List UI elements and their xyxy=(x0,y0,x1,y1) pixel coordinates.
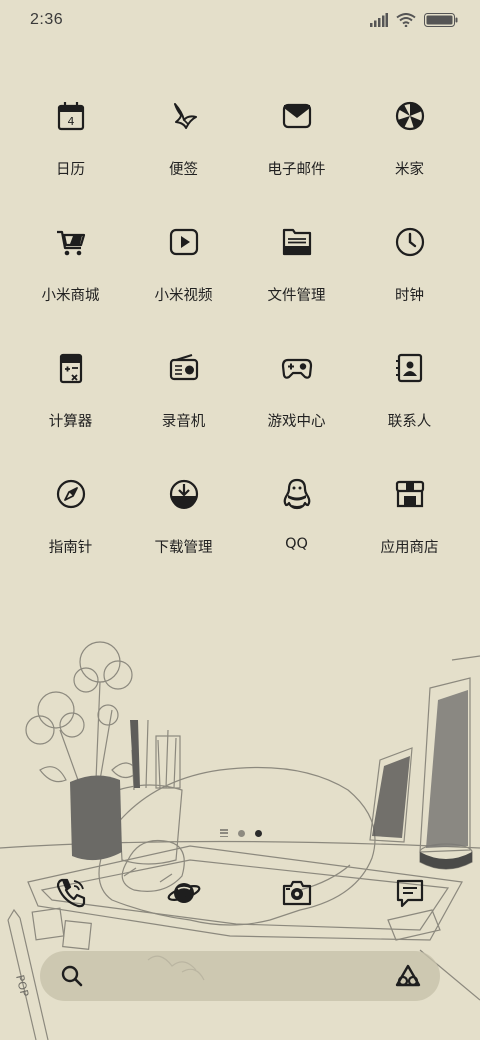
app-clock[interactable]: 时钟 xyxy=(353,222,466,348)
app-email[interactable]: 电子邮件 xyxy=(240,96,353,222)
calendar-icon: 4 xyxy=(51,96,91,136)
browser-planet-icon xyxy=(167,883,200,903)
app-label: QQ xyxy=(285,536,308,552)
video-play-icon xyxy=(164,222,204,262)
status-bar: 2:36 xyxy=(0,0,480,40)
camera-icon xyxy=(282,880,311,906)
app-app-store[interactable]: 应用商店 xyxy=(353,474,466,600)
app-mijia[interactable]: 米家 xyxy=(353,96,466,222)
app-notes[interactable]: 便签 xyxy=(127,96,240,222)
page-dot xyxy=(238,829,245,837)
compass-icon xyxy=(51,474,91,514)
calendar-day-number: 4 xyxy=(67,115,74,128)
dock-browser[interactable] xyxy=(127,870,240,916)
app-label: 小米商城 xyxy=(41,288,100,304)
app-label: 小米视频 xyxy=(154,288,213,304)
app-label: 电子邮件 xyxy=(267,162,326,178)
status-time: 2:36 xyxy=(30,11,64,28)
dock xyxy=(14,870,466,916)
download-icon xyxy=(164,474,204,514)
contacts-icon xyxy=(390,348,430,388)
dock-messages[interactable] xyxy=(353,870,466,916)
signal-icon xyxy=(370,13,388,27)
mail-icon xyxy=(277,96,317,136)
phone-icon xyxy=(56,878,85,908)
app-label: 录音机 xyxy=(161,414,206,430)
app-game-center[interactable]: 游戏中心 xyxy=(240,348,353,474)
assistant-icon[interactable] xyxy=(394,963,422,989)
app-library-indicator-icon xyxy=(220,829,228,837)
app-calculator[interactable]: 计算器 xyxy=(14,348,127,474)
search-bar[interactable] xyxy=(40,951,440,1001)
app-contacts[interactable]: 联系人 xyxy=(353,348,466,474)
clock-icon xyxy=(390,222,430,262)
app-recorder[interactable]: 录音机 xyxy=(127,348,240,474)
app-calendar[interactable]: 4 日历 xyxy=(14,96,127,222)
page-dot-active xyxy=(255,829,262,837)
pencil-text: POP xyxy=(13,974,31,999)
messages-icon xyxy=(396,879,423,908)
app-label: 联系人 xyxy=(387,414,432,430)
app-label: 下载管理 xyxy=(154,540,213,556)
calculator-icon xyxy=(51,348,91,388)
radio-recorder-icon xyxy=(164,348,204,388)
app-xiaomi-video[interactable]: 小米视频 xyxy=(127,222,240,348)
page-indicator[interactable] xyxy=(220,829,262,837)
app-label: 便签 xyxy=(169,162,198,178)
app-label: 应用商店 xyxy=(380,540,439,556)
dock-camera[interactable] xyxy=(240,870,353,916)
app-label: 指南针 xyxy=(48,540,93,556)
app-xiaomi-store[interactable]: 小米商城 xyxy=(14,222,127,348)
app-label: 日历 xyxy=(56,162,85,178)
app-file-manager[interactable]: 文件管理 xyxy=(240,222,353,348)
qq-penguin-icon xyxy=(277,474,317,514)
app-compass[interactable]: 指南针 xyxy=(14,474,127,600)
battery-icon xyxy=(424,13,458,27)
notes-icon xyxy=(164,96,204,136)
search-icon[interactable] xyxy=(60,964,84,988)
wifi-icon xyxy=(396,13,416,27)
app-grid: 4 日历 便签 电子邮件 米家 小米商城 小米视频 文件管理 时钟 计算器 录音… xyxy=(14,96,466,600)
dock-phone[interactable] xyxy=(14,870,127,916)
app-store-icon xyxy=(390,474,430,514)
app-label: 时钟 xyxy=(395,288,424,304)
app-label: 文件管理 xyxy=(267,288,326,304)
shopping-cart-icon xyxy=(51,222,91,262)
folder-icon xyxy=(277,222,317,262)
app-qq[interactable]: QQ xyxy=(240,474,353,600)
status-icons xyxy=(370,13,458,27)
mijia-icon xyxy=(390,96,430,136)
app-label: 计算器 xyxy=(48,414,93,430)
app-label: 米家 xyxy=(395,162,424,178)
app-download-manager[interactable]: 下载管理 xyxy=(127,474,240,600)
app-label: 游戏中心 xyxy=(267,414,326,430)
gamepad-icon xyxy=(277,348,317,388)
